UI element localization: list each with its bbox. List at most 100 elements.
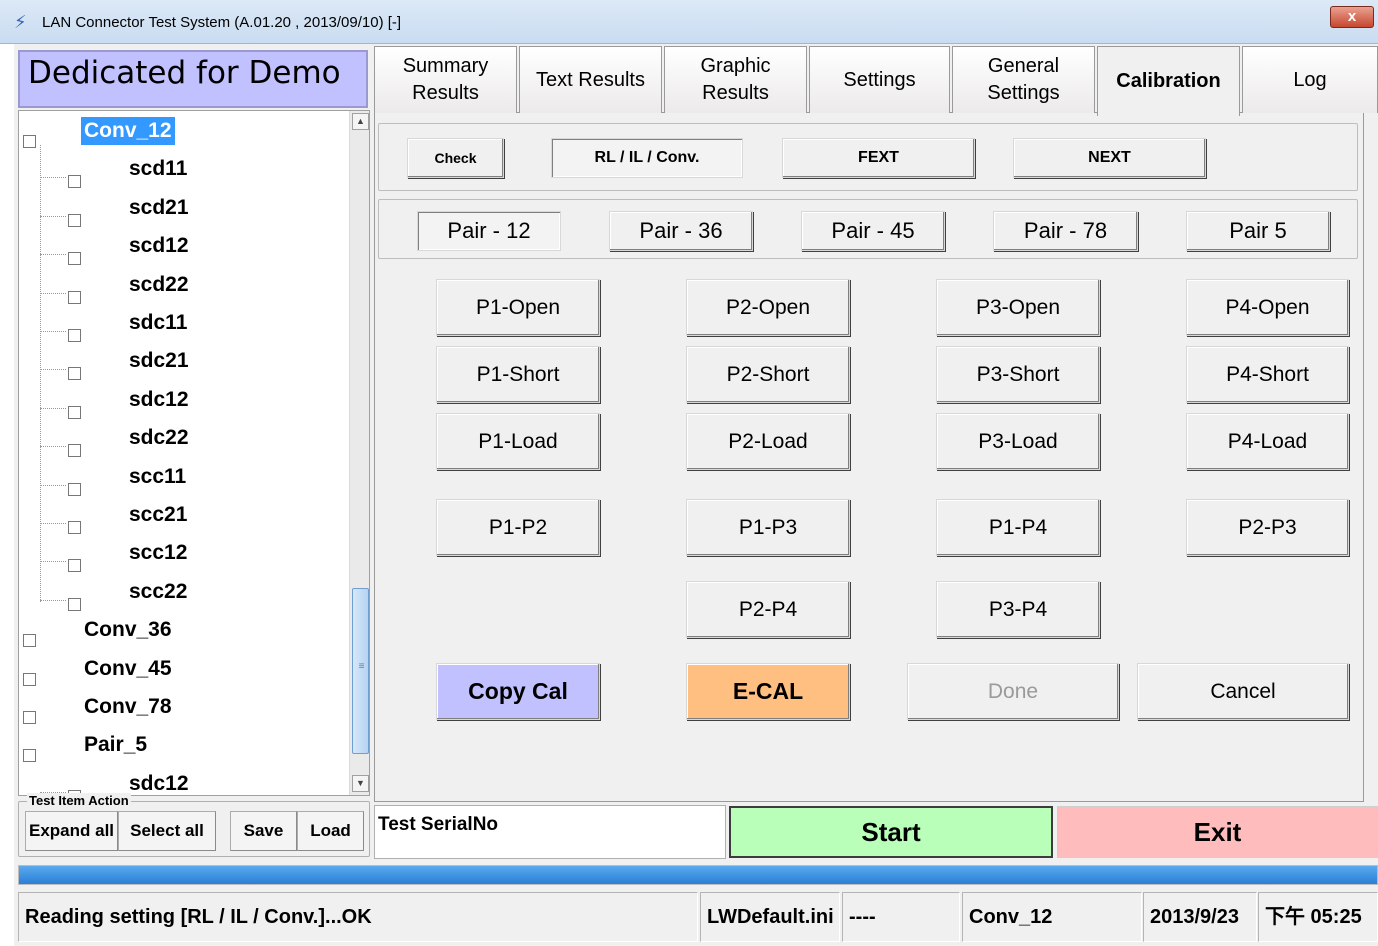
p2-load-button[interactable]: P2-Load xyxy=(686,413,850,470)
tree-checkbox[interactable] xyxy=(23,135,36,148)
pair-78-button[interactable]: Pair - 78 xyxy=(993,211,1138,251)
tree-leaf[interactable]: sdc12 xyxy=(19,382,347,420)
tree-checkbox[interactable] xyxy=(68,405,81,419)
tab-text-results[interactable]: Text Results xyxy=(519,46,662,113)
tree-checkbox[interactable] xyxy=(23,672,36,686)
tree-checkbox[interactable] xyxy=(68,175,81,189)
tree-connector xyxy=(40,254,66,256)
tree-leaf[interactable]: scc21 xyxy=(19,497,347,535)
tree-checkbox[interactable] xyxy=(68,597,81,611)
fext-button[interactable]: FEXT xyxy=(782,138,975,178)
p1-p4-button[interactable]: P1-P4 xyxy=(936,499,1100,556)
tree-item-label: sdc21 xyxy=(129,349,189,373)
title-bar: ⚡ LAN Connector Test System (A.01.20 , 2… xyxy=(0,0,1378,44)
window-close-button[interactable]: x xyxy=(1330,6,1374,28)
tree-leaf[interactable]: sdc22 xyxy=(19,420,347,458)
pair-36-button[interactable]: Pair - 36 xyxy=(609,211,753,251)
tree-connector xyxy=(40,599,66,601)
tree-leaf[interactable]: sdc21 xyxy=(19,343,347,381)
tree-item-label: sdc22 xyxy=(129,426,189,450)
p2-open-button[interactable]: P2-Open xyxy=(686,279,850,336)
tree-leaf[interactable]: sdc12 xyxy=(19,766,347,795)
tree-checkbox[interactable] xyxy=(68,482,81,496)
tree-node[interactable]: Conv_45 xyxy=(19,651,347,689)
p3-short-button[interactable]: P3-Short xyxy=(936,346,1100,403)
tab-calibration[interactable]: Calibration xyxy=(1097,46,1240,116)
tree-node[interactable]: Conv_12 xyxy=(19,113,347,151)
test-serial-field[interactable]: Test SerialNo xyxy=(374,805,726,859)
p2-short-button[interactable]: P2-Short xyxy=(686,346,850,403)
tree-item-label: Conv_36 xyxy=(84,618,172,642)
tree-checkbox[interactable] xyxy=(68,521,81,534)
p1-p3-button[interactable]: P1-P3 xyxy=(686,499,850,556)
p3-open-button[interactable]: P3-Open xyxy=(936,279,1100,336)
p4-short-button[interactable]: P4-Short xyxy=(1186,346,1349,403)
ecal-button[interactable]: E-CAL xyxy=(686,663,850,720)
copy-cal-button[interactable]: Copy Cal xyxy=(436,663,600,720)
tree-item-label: Conv_12 xyxy=(81,117,175,145)
p4-open-button[interactable]: P4-Open xyxy=(1186,279,1349,336)
tree-leaf[interactable]: scd12 xyxy=(19,228,347,266)
tree-checkbox[interactable] xyxy=(68,290,81,304)
tree-leaf[interactable]: scd11 xyxy=(19,151,347,189)
p1-short-button[interactable]: P1-Short xyxy=(436,346,600,403)
p4-load-button[interactable]: P4-Load xyxy=(1186,413,1349,470)
check-button[interactable]: Check xyxy=(407,138,504,178)
save-button[interactable]: Save xyxy=(230,811,297,851)
tab-graphic-results[interactable]: Graphic Results xyxy=(664,46,807,113)
tree-connector xyxy=(40,523,66,524)
tab-settings[interactable]: Settings xyxy=(809,46,950,113)
tree-checkbox[interactable] xyxy=(68,444,81,458)
tree-checkbox[interactable] xyxy=(68,252,81,266)
tree-node[interactable]: Conv_78 xyxy=(19,689,347,727)
tree-leaf[interactable]: sdc11 xyxy=(19,305,347,343)
tree-checkbox[interactable] xyxy=(23,634,36,648)
tree-leaf[interactable]: scd22 xyxy=(19,267,347,305)
tab-general-settings[interactable]: General Settings xyxy=(952,46,1095,113)
p3-p4-button[interactable]: P3-P4 xyxy=(936,581,1100,638)
scroll-up-arrow-icon[interactable]: ▲ xyxy=(352,113,369,130)
p2-p4-button[interactable]: P2-P4 xyxy=(686,581,850,638)
tree-leaf[interactable]: scc22 xyxy=(19,574,347,612)
tree-checkbox[interactable] xyxy=(68,367,81,381)
p1-open-button[interactable]: P1-Open xyxy=(436,279,600,336)
pair-12-button[interactable]: Pair - 12 xyxy=(417,211,561,251)
tree-connector xyxy=(40,407,66,409)
pair-45-button[interactable]: Pair - 45 xyxy=(801,211,945,251)
p2-p3-button[interactable]: P2-P3 xyxy=(1186,499,1349,556)
next-button[interactable]: NEXT xyxy=(1013,138,1206,178)
select-all-button[interactable]: Select all xyxy=(118,811,216,851)
status-date: 2013/9/23 xyxy=(1143,892,1257,942)
test-item-tree[interactable]: Conv_12 scd11 scd21 scd12 scd22 sdc11 sdc21 sdc… xyxy=(18,110,370,796)
tree-item-label: Pair_5 xyxy=(84,733,148,757)
p3-load-button[interactable]: P3-Load xyxy=(936,413,1100,470)
load-button[interactable]: Load xyxy=(297,811,364,851)
start-button[interactable]: Start xyxy=(729,806,1053,858)
tree-scrollbar[interactable]: ▲ ≡ ▼ xyxy=(349,111,369,795)
exit-button[interactable]: Exit xyxy=(1057,806,1378,858)
tab-summary-results[interactable]: Summary Results xyxy=(374,46,517,113)
done-button[interactable]: Done xyxy=(907,663,1119,720)
cancel-button[interactable]: Cancel xyxy=(1137,663,1349,720)
p1-p2-button[interactable]: P1-P2 xyxy=(436,499,600,556)
expand-all-button[interactable]: Expand all xyxy=(25,811,118,851)
tree-leaf[interactable]: scc11 xyxy=(19,459,347,497)
scroll-down-arrow-icon[interactable]: ▼ xyxy=(352,775,369,792)
test-item-action-legend: Test Item Action xyxy=(27,793,131,808)
scroll-thumb[interactable]: ≡ xyxy=(352,588,369,754)
rl-il-conv-button[interactable]: RL / IL / Conv. xyxy=(551,138,743,178)
tree-connector xyxy=(40,484,66,486)
tab-log[interactable]: Log xyxy=(1242,46,1378,113)
tree-item-label: sdc12 xyxy=(129,771,189,795)
tree-checkbox[interactable] xyxy=(68,329,81,342)
tree-leaf[interactable]: scc12 xyxy=(19,535,347,573)
pair-5-button[interactable]: Pair 5 xyxy=(1186,211,1330,251)
tree-node[interactable]: Conv_36 xyxy=(19,612,347,650)
tree-node[interactable]: Pair_5 xyxy=(19,727,347,765)
tree-checkbox[interactable] xyxy=(68,559,81,573)
tree-leaf[interactable]: scd21 xyxy=(19,190,347,228)
p1-load-button[interactable]: P1-Load xyxy=(436,413,600,470)
tree-checkbox[interactable] xyxy=(23,749,36,763)
tree-checkbox[interactable] xyxy=(68,213,81,227)
tree-checkbox[interactable] xyxy=(23,711,36,724)
